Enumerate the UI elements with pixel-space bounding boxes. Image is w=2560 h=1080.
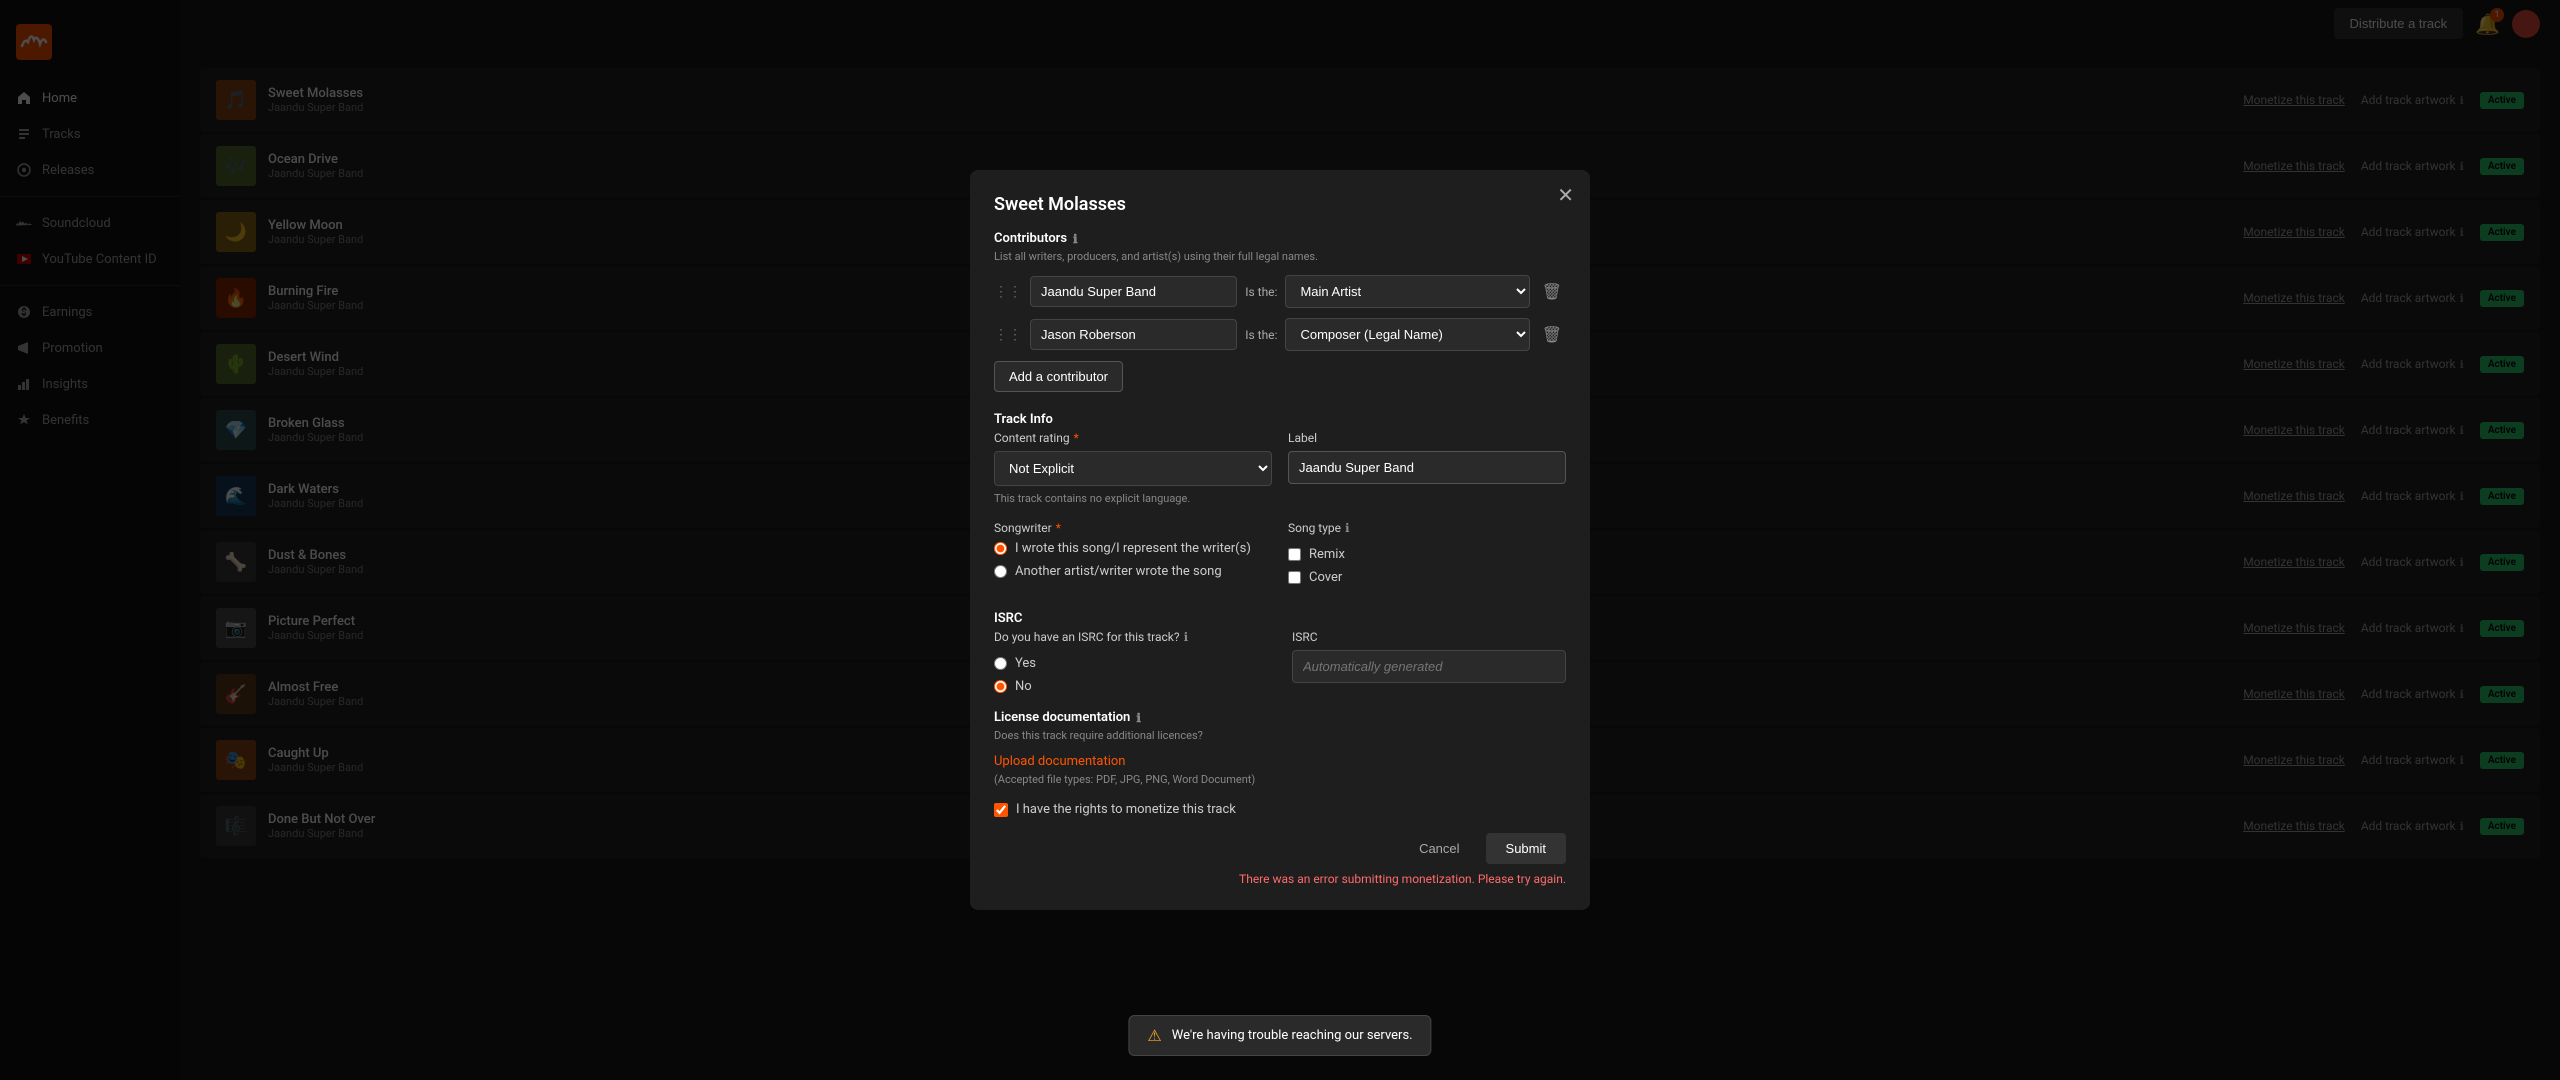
- license-info-icon[interactable]: ℹ: [1136, 711, 1141, 725]
- label-field: Label: [1288, 431, 1566, 505]
- contributors-info-icon[interactable]: ℹ: [1073, 232, 1078, 246]
- songwriter-section: Songwriter * I wrote this song/I represe…: [994, 521, 1272, 579]
- modal-title: Sweet Molasses: [994, 194, 1566, 215]
- isrc-value-field: ISRC: [1292, 630, 1566, 694]
- modal-close-button[interactable]: ✕: [1557, 186, 1574, 206]
- isrc-yes-label: Yes: [1015, 656, 1036, 671]
- isrc-info-icon[interactable]: ℹ: [1184, 630, 1189, 644]
- cover-label: Cover: [1309, 570, 1342, 585]
- isrc-section-title: ISRC: [994, 611, 1566, 626]
- modal-buttons: Cancel Submit: [1403, 833, 1566, 864]
- license-section: License documentation ℹ Does this track …: [994, 710, 1566, 786]
- upload-hint: (Accepted file types: PDF, JPG, PNG, Wor…: [994, 773, 1566, 786]
- remix-label: Remix: [1309, 547, 1345, 562]
- rights-label: I have the rights to monetize this track: [1016, 802, 1236, 817]
- song-type-label: Song type ℹ: [1288, 521, 1566, 535]
- isrc-no-label: No: [1015, 679, 1032, 694]
- content-rating-hint: This track contains no explicit language…: [994, 492, 1272, 505]
- isrc-radio-yes[interactable]: Yes: [994, 656, 1268, 671]
- modal-overlay[interactable]: ✕ Sweet Molasses Contributors ℹ List all…: [0, 0, 2560, 1080]
- cancel-button[interactable]: Cancel: [1403, 833, 1475, 864]
- songwriter-radio-group: I wrote this song/I represent the writer…: [994, 541, 1272, 579]
- rights-checkbox[interactable]: [994, 803, 1008, 817]
- songwriter-label: Songwriter *: [994, 521, 1272, 535]
- content-rating-field: Content rating * Not Explicit Explicit C…: [994, 431, 1272, 505]
- contributor-type-select-2[interactable]: Main Artist Featured Artist Composer (Le…: [1285, 318, 1529, 351]
- error-message: There was an error submitting monetizati…: [1239, 872, 1566, 886]
- track-info-section-title: Track Info: [994, 412, 1566, 427]
- contributor-name-input-2[interactable]: [1030, 319, 1237, 350]
- is-the-label-1: Is the:: [1245, 285, 1277, 299]
- isrc-radio-no[interactable]: No: [994, 679, 1268, 694]
- songwriter-writer-label: I wrote this song/I represent the writer…: [1015, 541, 1251, 556]
- contributor-row-2: ⋮⋮ Is the: Main Artist Featured Artist C…: [994, 318, 1566, 351]
- isrc-section: ISRC Do you have an ISRC for this track?…: [994, 611, 1566, 694]
- content-rating-label: Content rating *: [994, 431, 1272, 445]
- track-info-fields: Content rating * Not Explicit Explicit C…: [994, 431, 1566, 505]
- drag-handle-1[interactable]: ⋮⋮: [994, 284, 1022, 300]
- songwriter-other-label: Another artist/writer wrote the song: [1015, 564, 1222, 579]
- contributors-subtitle: List all writers, producers, and artist(…: [994, 250, 1566, 263]
- songwriter-songtype-row: Songwriter * I wrote this song/I represe…: [994, 521, 1566, 595]
- is-the-label-2: Is the:: [1245, 328, 1277, 342]
- toast-message: We're having trouble reaching our server…: [1172, 1028, 1413, 1043]
- delete-contributor-1[interactable]: 🗑: [1538, 278, 1566, 306]
- contributor-row-1: ⋮⋮ Is the: Main Artist Featured Artist C…: [994, 275, 1566, 308]
- isrc-value-label: ISRC: [1292, 630, 1566, 644]
- rights-row: I have the rights to monetize this track: [994, 802, 1566, 817]
- license-subtitle: Does this track require additional licen…: [994, 729, 1566, 742]
- song-type-info-icon[interactable]: ℹ: [1345, 521, 1350, 535]
- add-contributor-button[interactable]: Add a contributor: [994, 361, 1123, 392]
- isrc-radio-group: Yes No: [994, 656, 1268, 694]
- songwriter-radio-writer[interactable]: I wrote this song/I represent the writer…: [994, 541, 1272, 556]
- monetization-modal: ✕ Sweet Molasses Contributors ℹ List all…: [970, 170, 1590, 910]
- toast-notification: ⚠ We're having trouble reaching our serv…: [1128, 1015, 1431, 1056]
- contributor-type-select-1[interactable]: Main Artist Featured Artist Composer (Le…: [1285, 275, 1529, 308]
- song-type-remix[interactable]: Remix: [1288, 547, 1566, 562]
- label-field-label: Label: [1288, 431, 1566, 445]
- contributors-section-title: Contributors ℹ: [994, 231, 1566, 246]
- drag-handle-2[interactable]: ⋮⋮: [994, 327, 1022, 343]
- modal-footer: Cancel Submit There was an error submitt…: [994, 833, 1566, 886]
- submit-button[interactable]: Submit: [1486, 833, 1566, 864]
- isrc-columns: Do you have an ISRC for this track? ℹ Ye…: [994, 630, 1566, 694]
- isrc-question-field: Do you have an ISRC for this track? ℹ Ye…: [994, 630, 1268, 694]
- toast-warning-icon: ⚠: [1147, 1026, 1161, 1045]
- contributor-name-input-1[interactable]: [1030, 276, 1237, 307]
- license-section-title: License documentation ℹ: [994, 710, 1566, 725]
- songwriter-radio-other[interactable]: Another artist/writer wrote the song: [994, 564, 1272, 579]
- upload-documentation-link[interactable]: Upload documentation: [994, 754, 1125, 769]
- song-type-section: Song type ℹ Remix Cover: [1288, 521, 1566, 595]
- isrc-input[interactable]: [1292, 650, 1566, 683]
- delete-contributor-2[interactable]: 🗑: [1538, 321, 1566, 349]
- label-input[interactable]: [1288, 451, 1566, 484]
- isrc-question-label: Do you have an ISRC for this track? ℹ: [994, 630, 1268, 644]
- content-rating-select[interactable]: Not Explicit Explicit Clean: [994, 451, 1272, 486]
- song-type-checkboxes: Remix Cover: [1288, 547, 1566, 585]
- song-type-cover[interactable]: Cover: [1288, 570, 1566, 585]
